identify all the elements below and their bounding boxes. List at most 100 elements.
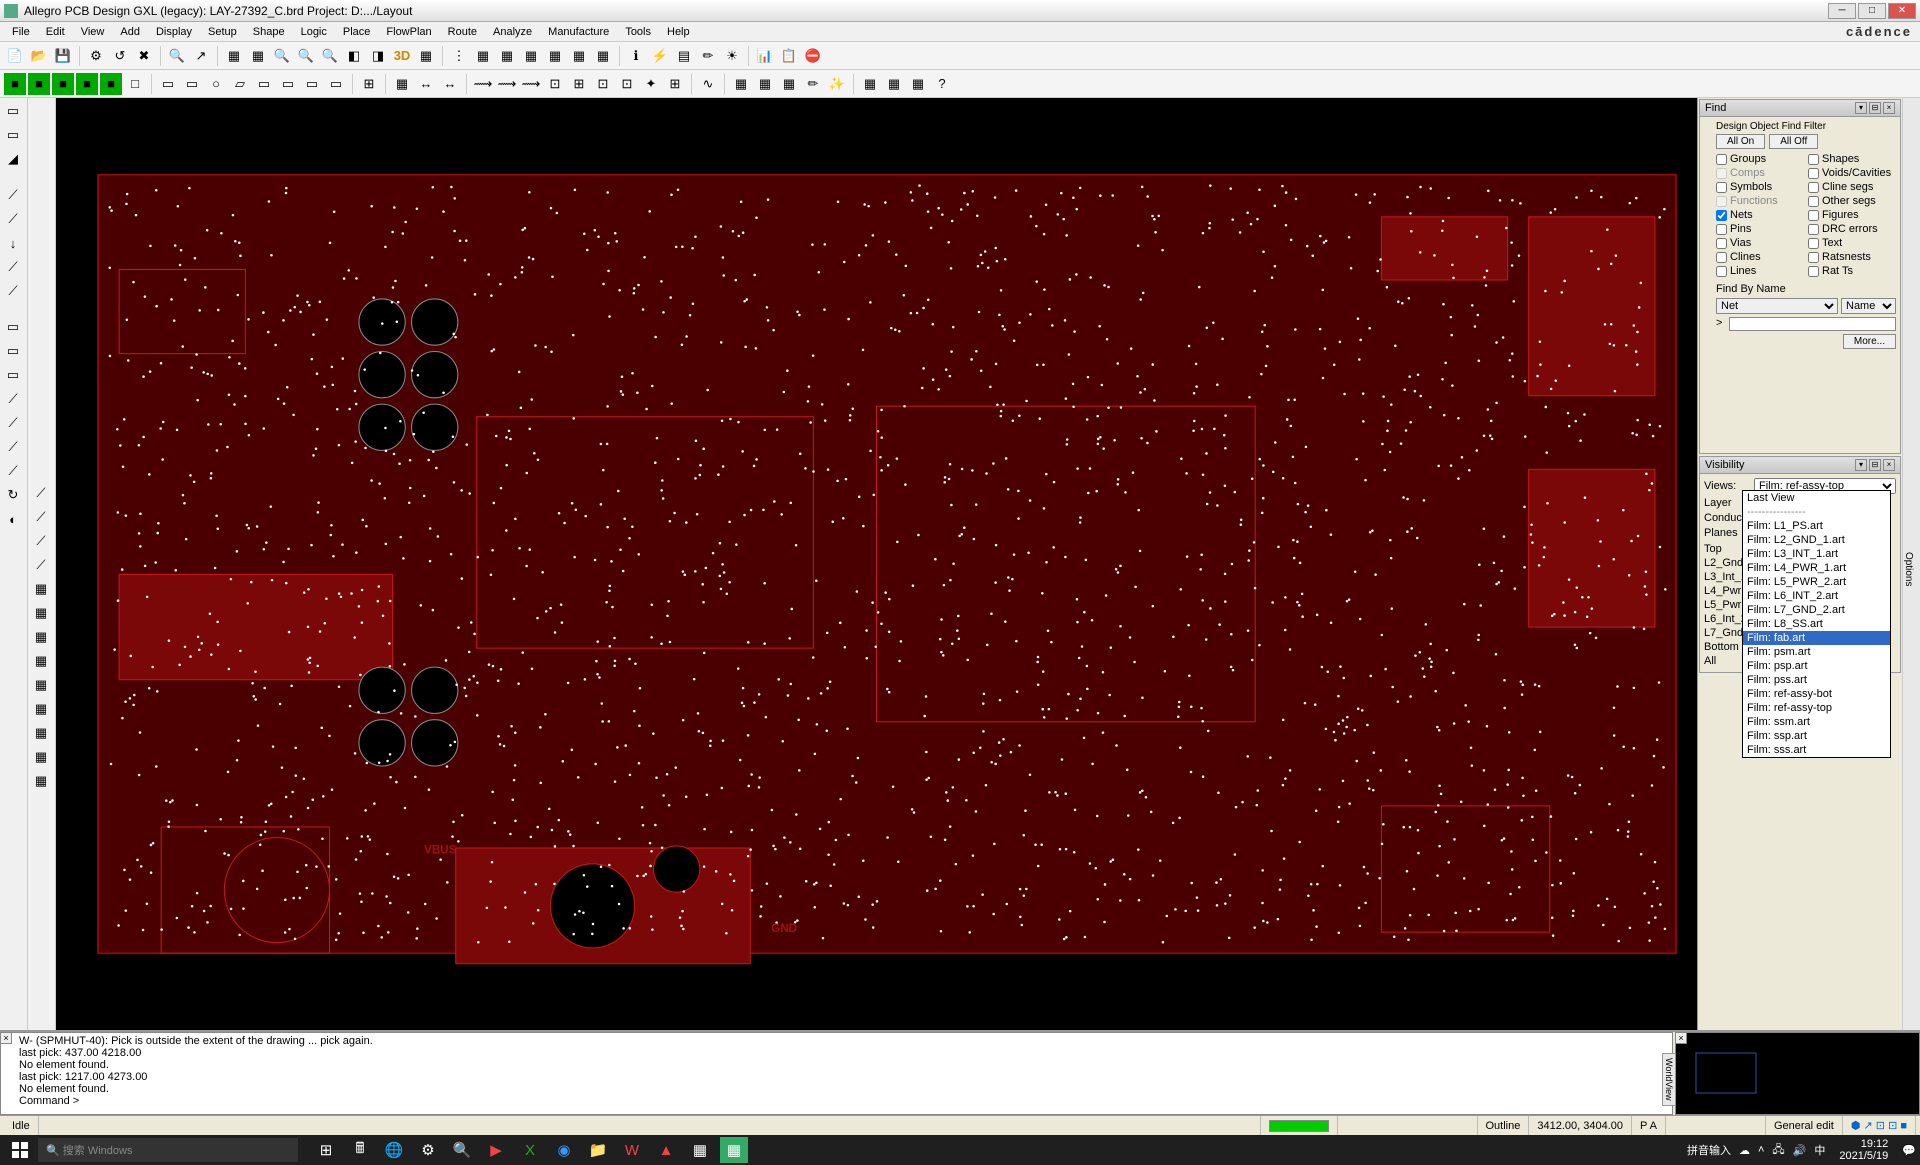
tool-icon[interactable]: ▦ — [30, 722, 52, 744]
filter-checkbox[interactable]: Symbols — [1716, 181, 1804, 193]
tool-icon[interactable]: ▦ — [592, 45, 614, 67]
tool-icon[interactable]: ⟋ — [30, 554, 52, 576]
all-on-button[interactable]: All On — [1716, 134, 1765, 149]
filter-checkbox[interactable]: Pins — [1716, 223, 1804, 235]
tool-icon[interactable]: ▦ — [391, 73, 413, 95]
close-icon[interactable]: × — [1883, 459, 1895, 471]
route-icon[interactable]: ⟿ — [472, 73, 494, 95]
tool-icon[interactable]: 📊 — [754, 45, 776, 67]
dropdown-item[interactable]: Film: psm.art — [1743, 645, 1890, 659]
tool-icon[interactable]: ⟋ — [2, 256, 24, 278]
notifications-icon[interactable]: 💬 — [1902, 1144, 1916, 1157]
pdf-icon[interactable]: ▲ — [652, 1137, 680, 1163]
dropdown-item[interactable]: Film: L7_GND_2.art — [1743, 603, 1890, 617]
route-icon[interactable]: ⊞ — [568, 73, 590, 95]
tray-ime-icon[interactable]: 中 — [1814, 1142, 1825, 1158]
menu-logic[interactable]: Logic — [293, 24, 335, 40]
dropdown-item[interactable]: Film: psp.art — [1743, 659, 1890, 673]
views-dropdown[interactable]: Last View ---------------- Film: L1_PS.a… — [1742, 490, 1891, 758]
menu-display[interactable]: Display — [148, 24, 200, 40]
tool-icon[interactable]: ⟋ — [2, 388, 24, 410]
dropdown-item[interactable]: Film: ref-assy-top — [1743, 701, 1890, 715]
filter-checkbox[interactable]: Ratsnests — [1808, 251, 1896, 263]
tool-icon[interactable]: ▦ — [496, 45, 518, 67]
all-off-button[interactable]: All Off — [1769, 134, 1818, 149]
tool-icon[interactable]: ▦ — [30, 674, 52, 696]
tool-icon[interactable]: ⟋ — [2, 460, 24, 482]
filter-checkbox[interactable]: DRC errors — [1808, 223, 1896, 235]
console-close-icon[interactable]: × — [0, 1032, 12, 1044]
worldview-panel[interactable]: × WorldView — [1675, 1032, 1920, 1115]
zoom-out-icon[interactable]: 🔍 — [295, 45, 317, 67]
tool-icon[interactable]: ▦ — [30, 698, 52, 720]
tool-icon[interactable]: ▦ — [30, 626, 52, 648]
dropdown-item[interactable]: Last View — [1743, 491, 1890, 505]
tray-up-icon[interactable]: ˄ — [1758, 1144, 1764, 1156]
dropdown-item[interactable]: Film: L5_PWR_2.art — [1743, 575, 1890, 589]
filter-checkbox[interactable]: Figures — [1808, 209, 1896, 221]
autohide-icon[interactable]: ▾ — [1855, 102, 1867, 114]
tool-icon[interactable]: ▦ — [754, 73, 776, 95]
worldview-tab[interactable]: WorldView — [1662, 1053, 1676, 1106]
menu-place[interactable]: Place — [335, 24, 379, 40]
route-icon[interactable]: ⟿ — [520, 73, 542, 95]
route-icon[interactable]: ✦ — [640, 73, 662, 95]
tool-icon[interactable]: ⟋ — [30, 482, 52, 504]
grid-icon[interactable]: ▦ — [223, 45, 245, 67]
menu-file[interactable]: File — [4, 24, 38, 40]
tool-icon[interactable]: ▦ — [544, 45, 566, 67]
excel-icon[interactable]: X — [516, 1137, 544, 1163]
tool-icon[interactable]: ☀ — [721, 45, 743, 67]
dim-icon[interactable]: ↔ — [415, 73, 437, 95]
tool-icon[interactable]: ⚙ — [85, 45, 107, 67]
tool-icon[interactable]: ▦ — [568, 45, 590, 67]
pcb-canvas[interactable]: GND VBUS — [56, 98, 1697, 1030]
shape-icon[interactable]: ▭ — [157, 73, 179, 95]
tool-icon[interactable]: ✨ — [826, 73, 848, 95]
worldview-close-icon[interactable]: × — [1675, 1032, 1687, 1044]
explorer-icon[interactable]: 📁 — [584, 1137, 612, 1163]
filter-checkbox[interactable]: Lines — [1716, 265, 1804, 277]
ppt-icon[interactable]: ▶ — [482, 1137, 510, 1163]
ime-label[interactable]: 拼音输入 — [1687, 1142, 1731, 1158]
tool-icon[interactable]: ▦ — [883, 73, 905, 95]
tool-icon[interactable]: ▦ — [472, 45, 494, 67]
tool-icon[interactable]: ⟋ — [2, 184, 24, 206]
tool-icon[interactable]: ◧ — [343, 45, 365, 67]
tool-icon[interactable]: ⋮ — [448, 45, 470, 67]
filter-checkbox[interactable]: Text — [1808, 237, 1896, 249]
tool-icon[interactable]: ⟋ — [2, 436, 24, 458]
tray-icon[interactable]: ☁ — [1739, 1144, 1750, 1157]
dropdown-item[interactable]: Film: ref-assy-bot — [1743, 687, 1890, 701]
filter-checkbox[interactable]: Cline segs — [1808, 181, 1896, 193]
new-icon[interactable]: 📄 — [4, 45, 26, 67]
tool-icon[interactable]: ∿ — [697, 73, 719, 95]
shape-icon[interactable]: ▭ — [253, 73, 275, 95]
tool-icon[interactable]: ▤ — [673, 45, 695, 67]
dim-icon[interactable]: ↔ — [439, 73, 461, 95]
dropdown-item[interactable]: Film: pss.art — [1743, 673, 1890, 687]
tool-icon[interactable]: ◢ — [2, 148, 24, 170]
search-app-icon[interactable]: 🔍 — [448, 1137, 476, 1163]
status-icons[interactable]: ⬢ ↗ ⊡ ⊡ ■ — [1843, 1116, 1916, 1135]
app-icon[interactable]: ⚙ — [414, 1137, 442, 1163]
tool-icon[interactable]: ◨ — [367, 45, 389, 67]
tool-icon[interactable]: ▦ — [30, 602, 52, 624]
minimize-button[interactable]: ─ — [1828, 3, 1856, 19]
tool-icon[interactable]: ▦ — [30, 746, 52, 768]
tool-icon[interactable]: ⟋ — [2, 280, 24, 302]
layer-icon[interactable]: ■ — [28, 73, 50, 95]
menu-help[interactable]: Help — [659, 24, 698, 40]
menu-analyze[interactable]: Analyze — [485, 24, 540, 40]
route-icon[interactable]: ⊡ — [544, 73, 566, 95]
tool-icon[interactable]: ▭ — [2, 316, 24, 338]
find-input[interactable] — [1729, 317, 1896, 331]
tool-icon[interactable]: ▭ — [2, 364, 24, 386]
tool-icon[interactable]: ▭ — [2, 340, 24, 362]
menu-route[interactable]: Route — [440, 24, 485, 40]
pin-icon[interactable]: ⊟ — [1869, 102, 1881, 114]
menu-add[interactable]: Add — [112, 24, 148, 40]
dropdown-item[interactable]: Film: L1_PS.art — [1743, 519, 1890, 533]
layer-icon[interactable]: ■ — [4, 73, 26, 95]
filter-checkbox[interactable]: Groups — [1716, 153, 1804, 165]
